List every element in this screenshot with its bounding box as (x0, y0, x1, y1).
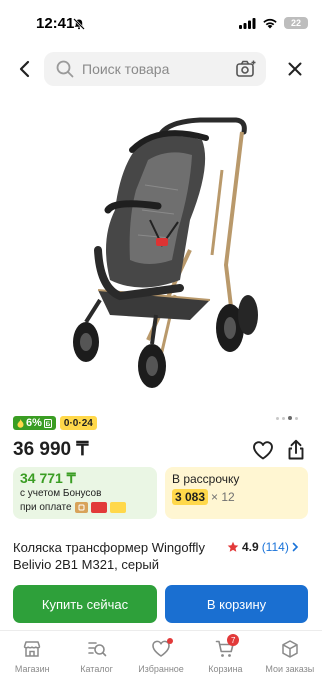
shop-icon (23, 641, 41, 657)
reviews-count: (114) (261, 540, 289, 554)
bonus-payment-caption: при оплате (20, 502, 72, 513)
nav-item-favorites[interactable]: Избранное (129, 631, 193, 700)
close-button[interactable] (282, 56, 308, 82)
buy-now-button[interactable]: Купить сейчас (13, 585, 157, 623)
status-bar: 12:41 22 (0, 0, 322, 44)
favorites-notification-dot (166, 638, 173, 644)
rating-value: 4.9 (242, 540, 259, 554)
nav-item-shop[interactable]: Магазин (0, 631, 64, 700)
rating-link[interactable]: 4.9 (114) (227, 540, 299, 554)
kaspi-logo-icon (74, 502, 88, 513)
nav-label-favorites: Избранное (138, 664, 184, 674)
installment-badge: 0·0·24 (59, 416, 97, 430)
add-to-cart-button[interactable]: В корзину (165, 585, 308, 623)
red-card-logo-icon (90, 502, 107, 513)
search-header (0, 52, 322, 86)
status-indicators: 22 (239, 17, 308, 29)
pager-dot (276, 416, 279, 420)
installment-months: × 12 (211, 490, 235, 504)
nav-item-catalog[interactable]: Каталог (64, 631, 128, 700)
flame-icon (17, 418, 24, 428)
bonus-price-caption: с учетом Бонусов (20, 488, 102, 499)
bonus-payment-line: при оплате (20, 502, 126, 513)
bonus-b-icon: Б (43, 418, 52, 428)
installment-payment-row: 3 083 × 12 (172, 489, 235, 505)
product-price: 36 990 ₸ (13, 439, 89, 460)
bonus-badge-label: 6% (26, 417, 42, 429)
nav-label-cart: Корзина (208, 664, 243, 674)
bonus-badge: 6% Б (13, 416, 56, 430)
nav-label-orders: Мои заказы (265, 664, 315, 674)
pager-dot-active (288, 416, 292, 420)
signal-icon (239, 17, 256, 29)
installment-title: В рассрочку (172, 472, 240, 486)
wifi-icon (263, 18, 277, 28)
status-time: 12:41 (36, 15, 75, 32)
search-box[interactable] (44, 52, 266, 86)
camera-search-icon[interactable] (236, 60, 256, 83)
nav-label-shop: Магазин (14, 664, 50, 674)
bonus-price-amount: 34 771 ₸ (20, 470, 76, 486)
heart-icon (253, 441, 273, 460)
close-icon (288, 62, 302, 76)
bonus-price-card[interactable]: 34 771 ₸ с учетом Бонусов при оплате (13, 467, 157, 519)
share-icon (288, 439, 304, 460)
product-badges: 6% Б 0·0·24 (13, 416, 97, 430)
image-pager (276, 416, 298, 420)
battery-indicator: 22 (284, 17, 308, 29)
cart-count-badge: 7 (227, 634, 240, 646)
share-button[interactable] (286, 439, 308, 461)
installment-logo-icon (109, 502, 126, 513)
product-title: Коляска трансформер Wingoffly Belivio 2В… (13, 540, 205, 572)
bottom-nav: Магазин Каталог Избранное 7 Корзина Мои … (0, 630, 322, 700)
pager-dot (282, 416, 285, 420)
installment-monthly-amount: 3 083 (172, 489, 209, 505)
product-image[interactable] (40, 110, 290, 390)
nav-label-catalog: Каталог (80, 664, 113, 674)
search-icon (56, 60, 74, 78)
back-button[interactable] (12, 57, 36, 81)
pager-dot (295, 416, 298, 420)
orders-icon (282, 640, 298, 658)
nav-item-cart[interactable]: 7 Корзина (193, 631, 257, 700)
star-icon (227, 541, 239, 552)
nav-item-orders[interactable]: Мои заказы (258, 631, 322, 700)
search-input[interactable] (82, 61, 222, 77)
chevron-left-icon (19, 60, 30, 78)
bell-off-icon (73, 17, 85, 35)
favorite-button[interactable] (252, 440, 274, 462)
chevron-right-icon (292, 542, 298, 552)
svg-text:Б: Б (46, 421, 51, 428)
catalog-icon (87, 642, 106, 657)
installment-card[interactable]: В рассрочку 3 083 × 12 (165, 467, 308, 519)
